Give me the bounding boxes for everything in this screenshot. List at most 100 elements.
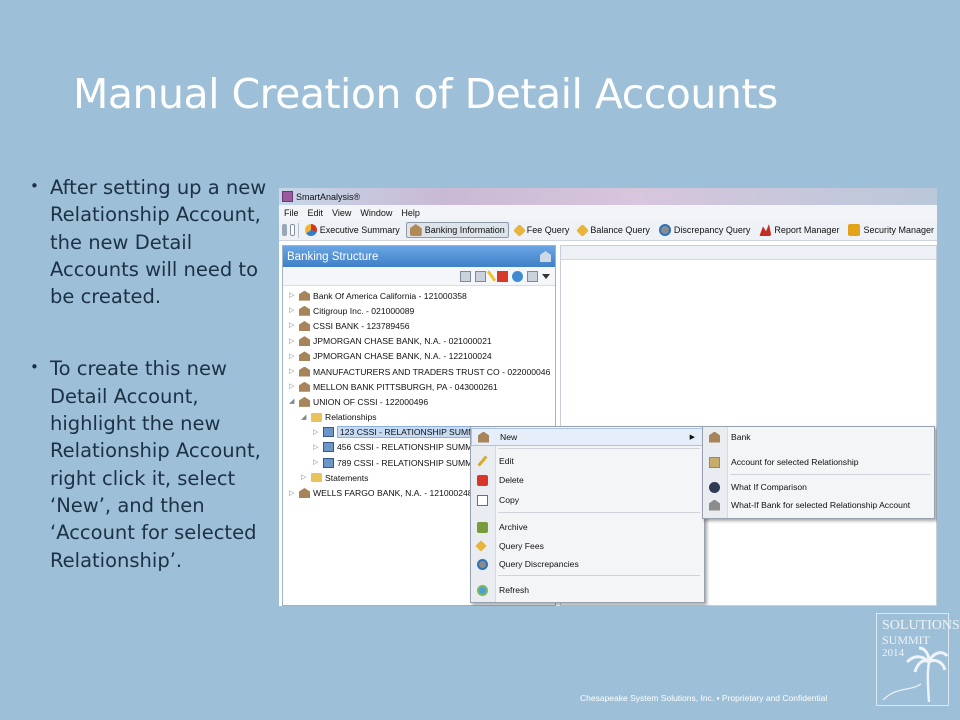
bank-icon: [299, 305, 310, 316]
tree-node-label: MANUFACTURERS AND TRADERS TRUST CO - 022…: [313, 366, 551, 377]
discrepancy-query-button[interactable]: Discrepancy Query: [656, 222, 754, 238]
report-manager-button[interactable]: Report Manager: [756, 222, 842, 238]
chevron-right-icon: ▶: [689, 434, 695, 441]
tree-node-label: 456 CSSI - RELATIONSHIP SUMMA: [337, 442, 479, 453]
refresh-icon: [477, 584, 488, 596]
bank-icon: [299, 336, 310, 347]
tree-bank-node[interactable]: ▷ MELLON BANK PITTSBURGH, PA - 043000261: [283, 379, 555, 394]
discrepancy-icon: [477, 558, 488, 570]
tree-bank-node[interactable]: ▷ MANUFACTURERS AND TRADERS TRUST CO - 02…: [283, 364, 555, 379]
collapsed-arrow-icon[interactable]: ▷: [289, 338, 296, 345]
delete-icon: [477, 474, 488, 486]
menu-item-label: Bank: [731, 432, 751, 442]
menu-item-edit[interactable]: Edit: [471, 452, 704, 470]
tree-folder-node[interactable]: ◢ Relationships: [283, 410, 555, 425]
menu-item-label: Query Fees: [499, 541, 544, 551]
bank-icon: [709, 499, 720, 511]
security-manager-button[interactable]: Security Manager: [845, 222, 937, 238]
bank-icon: [540, 251, 551, 262]
executive-summary-button[interactable]: Executive Summary: [302, 222, 403, 238]
tree-bank-node[interactable]: ▷ JPMORGAN CHASE BANK, N.A. - 122100024: [283, 349, 555, 364]
expanded-arrow-icon[interactable]: ◢: [289, 398, 296, 405]
menu-item-refresh[interactable]: Refresh: [471, 581, 704, 599]
menu-item-archive[interactable]: Archive: [471, 518, 704, 536]
pie-chart-icon: [304, 224, 317, 236]
home-icon[interactable]: [527, 270, 538, 282]
new-icon: [478, 431, 489, 443]
menu-item-query-fees[interactable]: Query Fees: [471, 537, 704, 555]
submenu-item-account-for-relationship[interactable]: Account for selected Relationship: [703, 453, 934, 471]
submenu-item-what-if-bank[interactable]: What-If Bank for selected Relationship A…: [703, 496, 934, 514]
menu-item-label: Account for selected Relationship: [731, 457, 859, 467]
balance-query-button[interactable]: Balance Query: [575, 222, 653, 238]
refresh-icon[interactable]: [512, 270, 523, 282]
menu-item-query-discrepancies[interactable]: Query Discrepancies: [471, 555, 704, 573]
folder-icon: [311, 473, 322, 483]
menu-window[interactable]: Window: [360, 208, 392, 218]
bank-icon: [299, 351, 310, 362]
slide-footer: Chesapeake System Solutions, Inc. ▪ Prop…: [580, 693, 828, 703]
collapsed-arrow-icon[interactable]: ▷: [313, 429, 320, 436]
tree-node-label: 123 CSSI - RELATIONSHIP SUMMA: [337, 426, 485, 439]
collapsed-arrow-icon[interactable]: ▷: [289, 307, 296, 314]
delete-icon[interactable]: [497, 270, 508, 282]
app-screenshot: SmartAnalysis® File Edit View Window Hel…: [279, 188, 937, 606]
tree-node-label: JPMORGAN CHASE BANK, N.A. - 021000021: [313, 336, 492, 347]
collapsed-arrow-icon[interactable]: ▷: [301, 474, 308, 481]
tree-node-label: Relationships: [325, 412, 377, 423]
collapsed-arrow-icon[interactable]: ▷: [313, 459, 320, 466]
new-submenu: Bank Account for selected Relationship W…: [702, 426, 935, 519]
toolbar-label: Discrepancy Query: [673, 225, 751, 235]
collapsed-arrow-icon[interactable]: ▷: [289, 353, 296, 360]
submenu-item-what-if-comparison[interactable]: What If Comparison: [703, 478, 934, 496]
submenu-item-bank[interactable]: Bank: [703, 428, 934, 446]
tree-bank-node[interactable]: ▷ CSSI BANK - 123789456: [283, 318, 555, 333]
menu-item-label: Query Discrepancies: [499, 559, 579, 569]
bullet-item: • To create this new Detail Account, hig…: [30, 355, 270, 573]
bank-icon: [299, 366, 310, 377]
menu-item-delete[interactable]: Delete: [471, 471, 704, 489]
tree-node-label: UNION OF CSSI - 122000496: [313, 396, 429, 407]
save-icon[interactable]: [282, 224, 287, 236]
collapsed-arrow-icon[interactable]: ▷: [289, 490, 296, 497]
menu-item-copy[interactable]: Copy: [471, 491, 704, 509]
collapsed-arrow-icon[interactable]: ▷: [289, 368, 296, 375]
menu-help[interactable]: Help: [401, 208, 420, 218]
question-icon: [709, 481, 720, 493]
collapsed-arrow-icon[interactable]: ▷: [289, 383, 296, 390]
panel-toolbar: [283, 267, 555, 286]
print-icon[interactable]: [289, 224, 296, 236]
menu-item-new[interactable]: New ▶: [471, 428, 704, 446]
solutions-summit-logo: SOLUTIONS SUMMIT 2014: [876, 613, 960, 706]
tree-bank-node[interactable]: ◢ UNION OF CSSI - 122000496: [283, 394, 555, 409]
fee-query-button[interactable]: Fee Query: [512, 222, 573, 238]
menu-item-label: What-If Bank for selected Relationship A…: [731, 500, 911, 510]
tree-node-label: 789 CSSI - RELATIONSHIP SUMMA: [337, 457, 479, 468]
account-icon: [709, 456, 720, 468]
menu-item-label: Copy: [499, 495, 520, 505]
bullet-marker: •: [30, 177, 39, 195]
discrepancy-icon: [658, 224, 671, 236]
menu-item-label: Refresh: [499, 585, 530, 595]
menu-view[interactable]: View: [332, 208, 351, 218]
bullet-marker: •: [30, 358, 39, 377]
edit-icon[interactable]: [486, 270, 497, 282]
tree-bank-node[interactable]: ▷ Citigroup Inc. - 021000089: [283, 303, 555, 318]
collapsed-arrow-icon[interactable]: ▷: [289, 292, 296, 299]
expanded-arrow-icon[interactable]: ◢: [301, 414, 308, 421]
menu-separator: [498, 448, 700, 449]
tree-bank-node[interactable]: ▷ JPMORGAN CHASE BANK, N.A. - 021000021: [283, 334, 555, 349]
banking-information-button[interactable]: Banking Information: [405, 222, 509, 238]
collapsed-arrow-icon[interactable]: ▷: [313, 444, 320, 451]
bullet-text: To create this new Detail Account, highl…: [50, 357, 261, 572]
menu-edit[interactable]: Edit: [308, 208, 324, 218]
tag-icon: [576, 223, 590, 237]
menu-file[interactable]: File: [284, 208, 299, 218]
menu-item-label: Delete: [499, 475, 524, 485]
open-icon[interactable]: [475, 270, 486, 282]
chevron-down-icon[interactable]: [542, 273, 550, 279]
tree-bank-node[interactable]: ▷ Bank Of America California - 121000358: [283, 288, 555, 303]
slide-title: Manual Creation of Detail Accounts: [73, 70, 778, 118]
collapsed-arrow-icon[interactable]: ▷: [289, 322, 296, 329]
new-icon[interactable]: [460, 270, 471, 282]
